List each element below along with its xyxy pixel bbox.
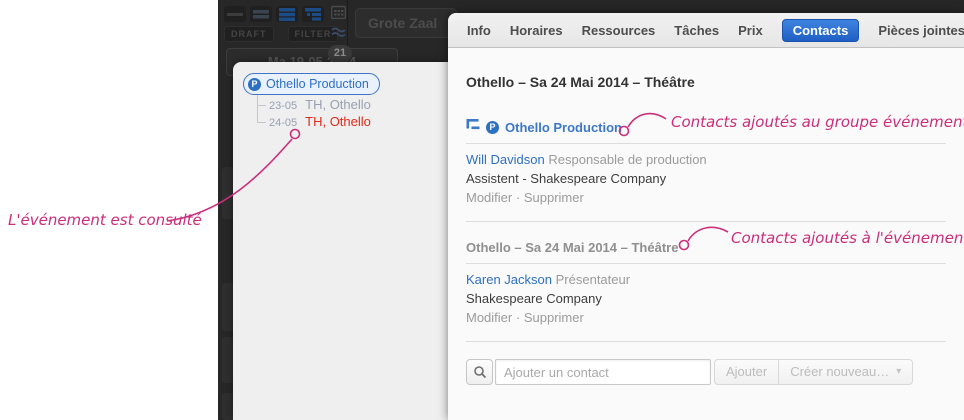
tree-group-pill[interactable]: P Othello Production bbox=[243, 73, 380, 95]
modifier-link[interactable]: Modifier bbox=[466, 190, 512, 205]
tree-connector bbox=[257, 122, 266, 123]
tree-group-label: Othello Production bbox=[266, 77, 369, 91]
dialog-tab-bar: Info Horaires Ressources Tâches Prix Con… bbox=[448, 13, 964, 48]
ajouter-button[interactable]: Ajouter bbox=[714, 359, 779, 385]
production-group-icon: P bbox=[486, 120, 499, 134]
action-separator: · bbox=[515, 190, 521, 205]
view-three-rows-icon[interactable] bbox=[276, 6, 298, 22]
tab-info[interactable]: Info bbox=[467, 23, 491, 38]
modifier-link[interactable]: Modifier bbox=[466, 310, 512, 325]
tree-item-event-1[interactable]: 23-05 TH, Othello bbox=[269, 97, 371, 113]
contact-name-link[interactable]: Karen Jackson bbox=[466, 272, 552, 287]
tab-ressources[interactable]: Ressources bbox=[582, 23, 656, 38]
search-icon bbox=[473, 366, 486, 379]
caret-down-icon: ▾ bbox=[896, 366, 902, 377]
draft-toggle[interactable]: DRAFT bbox=[224, 26, 274, 42]
contact-company: Shakespeare Company bbox=[466, 291, 602, 306]
annotation-event-viewed: L'événement est consulté bbox=[8, 211, 202, 229]
dialog-content: Othello – Sa 24 Mai 2014 – Théâtre P Oth… bbox=[448, 48, 964, 385]
production-group-icon: P bbox=[248, 77, 261, 91]
tree-item-label: TH, Othello bbox=[305, 114, 371, 129]
contact-karen-jackson: Karen Jackson Présentateur Shakespeare C… bbox=[466, 270, 946, 327]
contact-name-link[interactable]: Will Davidson bbox=[466, 152, 545, 167]
tree-item-date: 23-05 bbox=[269, 100, 298, 112]
contact-role: Responsable de production bbox=[548, 152, 707, 167]
add-contact-bar: Ajouter Créer nouveau…▾ bbox=[466, 359, 946, 385]
room-button[interactable]: Grote Zaal bbox=[355, 8, 457, 38]
annotation-group-contacts: Contacts ajoutés au groupe événement bbox=[671, 113, 964, 131]
annotation-event-contacts: Contacts ajoutés à l'événement bbox=[731, 229, 964, 247]
tab-horaires[interactable]: Horaires bbox=[510, 23, 563, 38]
divider bbox=[466, 341, 946, 342]
contact-will-davidson: Will Davidson Responsable de production … bbox=[466, 150, 946, 207]
creer-nouveau-button[interactable]: Créer nouveau… ▾ bbox=[778, 359, 914, 385]
supprimer-link[interactable]: Supprimer bbox=[524, 190, 584, 205]
action-separator: · bbox=[515, 310, 521, 325]
tree-item-date: 24-05 bbox=[269, 117, 298, 129]
waves-icon[interactable] bbox=[331, 25, 346, 43]
event-tree-popup: P Othello Production 23-05 TH, Othello 2… bbox=[233, 62, 448, 420]
calendar-icon[interactable] bbox=[330, 5, 347, 24]
divider bbox=[466, 263, 946, 264]
tree-connector bbox=[257, 105, 266, 106]
tab-contacts[interactable]: Contacts bbox=[781, 18, 860, 42]
tree-item-label: TH, Othello bbox=[305, 97, 371, 112]
tab-prix[interactable]: Prix bbox=[738, 23, 763, 38]
tab-taches[interactable]: Tâches bbox=[674, 23, 719, 38]
view-two-rows-icon[interactable] bbox=[250, 6, 272, 22]
divider bbox=[466, 221, 946, 222]
contact-role: Présentateur bbox=[555, 272, 631, 287]
view-split-icon[interactable] bbox=[302, 6, 324, 22]
search-button[interactable] bbox=[466, 359, 493, 385]
event-details-dialog: Info Horaires Ressources Tâches Prix Con… bbox=[448, 13, 964, 420]
contact-company: Assistent - Shakespeare Company bbox=[466, 171, 667, 186]
tree-item-event-2[interactable]: 24-05 TH, Othello bbox=[269, 114, 371, 130]
tree-structure-icon bbox=[466, 118, 480, 136]
event-title: Othello – Sa 24 Mai 2014 – Théâtre bbox=[466, 74, 695, 90]
count-badge: 21 bbox=[328, 45, 352, 62]
tree-connector bbox=[257, 95, 258, 123]
supprimer-link[interactable]: Supprimer bbox=[524, 310, 584, 325]
tab-pieces-jointes[interactable]: Pièces jointes bbox=[878, 23, 964, 38]
add-contact-input[interactable] bbox=[495, 359, 711, 385]
divider bbox=[466, 143, 946, 144]
view-single-row-icon[interactable] bbox=[224, 6, 246, 22]
group-section-label[interactable]: Othello Production bbox=[505, 119, 622, 136]
